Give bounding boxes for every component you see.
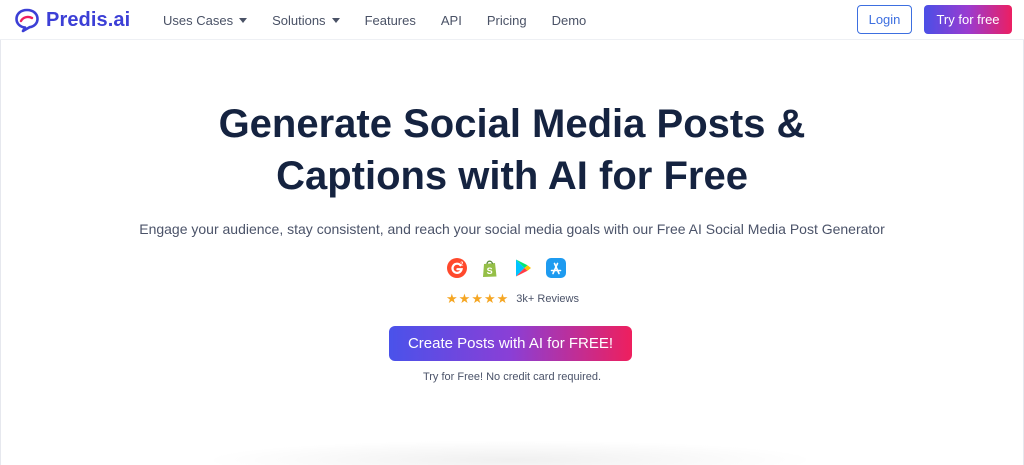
nav-item-uses-cases[interactable]: Uses Cases (163, 12, 248, 28)
nav-item-label: API (440, 12, 462, 28)
star-icon: ★ (483, 291, 496, 306)
top-navigation-bar: Predis.ai Uses Cases Solutions Features … (0, 0, 1024, 40)
svg-text:S: S (487, 266, 493, 276)
svg-text:2: 2 (460, 261, 463, 267)
hero-title-line-1: Generate Social Media Posts & (218, 102, 806, 146)
rating-row: ★ ★ ★ ★ ★ 3k+ Reviews (446, 292, 579, 306)
nav-item-api[interactable]: API (441, 13, 462, 28)
cta-note: Try for Free! No credit card required. (422, 371, 602, 383)
star-icon: ★ (496, 291, 509, 306)
nav-item-label: Pricing (486, 12, 527, 28)
app-store-icon[interactable] (545, 257, 567, 279)
star-icon: ★ (458, 291, 471, 306)
chevron-down-icon (239, 18, 248, 23)
google-play-icon[interactable] (512, 257, 534, 279)
hero-title-line-2: Captions with AI for Free (276, 154, 748, 198)
create-posts-cta-button[interactable]: Create Posts with AI for FREE! (389, 326, 632, 361)
hero-subtitle: Engage your audience, stay consistent, a… (139, 221, 885, 237)
nav-item-features[interactable]: Features (365, 13, 416, 28)
section-shadow (200, 440, 820, 465)
login-button[interactable]: Login (857, 5, 912, 34)
speech-bubble-logo-icon (15, 8, 39, 33)
star-rating: ★ ★ ★ ★ ★ (446, 292, 508, 306)
shopify-icon[interactable]: S (479, 257, 501, 279)
nav-item-pricing[interactable]: Pricing (487, 13, 527, 28)
star-icon: ★ (471, 291, 483, 306)
reviews-count: 3k+ Reviews (516, 293, 579, 305)
nav-item-label: Demo (551, 12, 587, 28)
main-nav: Uses Cases Solutions Features API Pricin… (163, 0, 611, 40)
brand-logo-link[interactable]: Predis.ai (14, 7, 130, 33)
nav-item-label: Solutions (272, 12, 326, 28)
g2-icon[interactable]: 2 (446, 257, 468, 279)
hero-title: Generate Social Media Posts & Captions w… (0, 98, 1024, 202)
nav-item-solutions[interactable]: Solutions (272, 12, 340, 28)
nav-item-label: Uses Cases (163, 12, 234, 28)
nav-item-label: Features (364, 12, 416, 28)
try-for-free-button[interactable]: Try for free (924, 5, 1012, 34)
platform-badges: 2 S (446, 257, 567, 279)
nav-item-demo[interactable]: Demo (552, 13, 587, 28)
brand-name: Predis.ai (46, 8, 131, 31)
chevron-down-icon (331, 18, 340, 23)
star-icon: ★ (446, 291, 458, 306)
